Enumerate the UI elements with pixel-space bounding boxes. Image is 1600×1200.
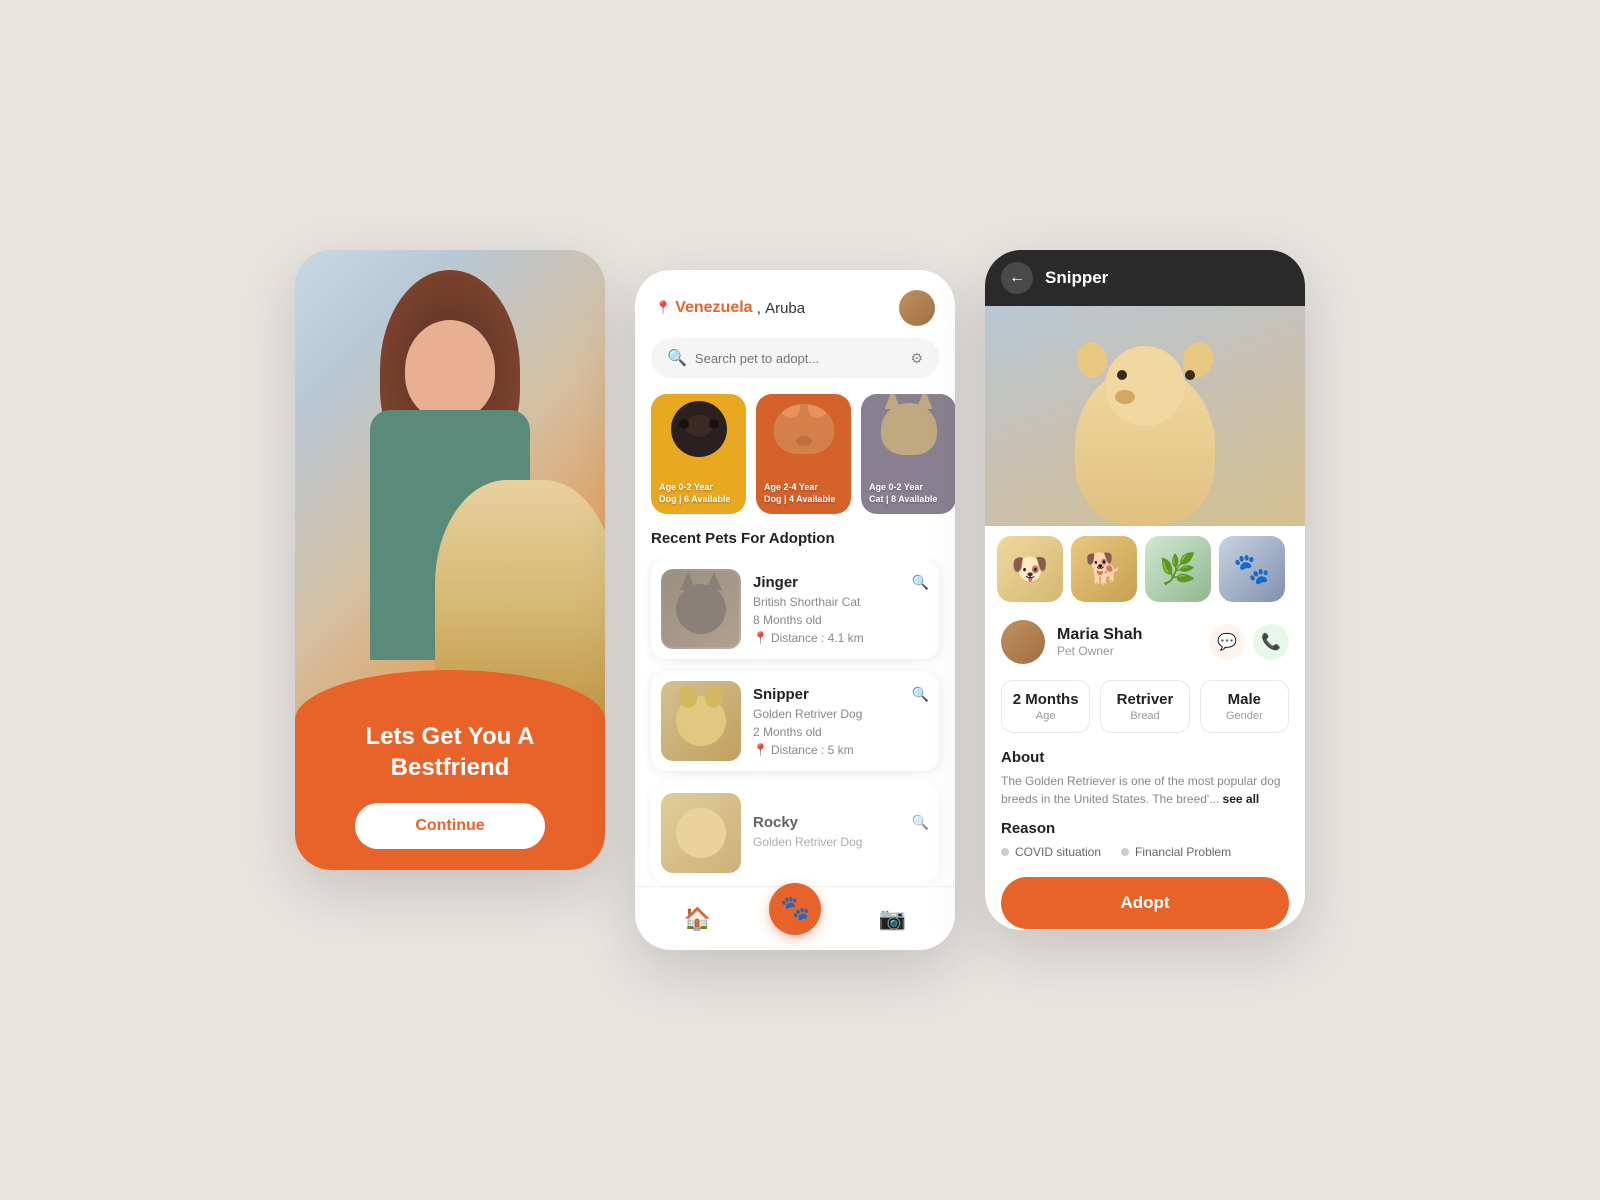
nav-home-icon[interactable]: 🏠 [684,906,711,932]
pet-distance-2: 📍Distance : 5 km [753,743,929,757]
back-button[interactable]: ← [1001,262,1033,294]
stat-age-value: 2 Months [1012,691,1079,708]
phone3-pet-name-title: Snipper [1045,268,1108,288]
adopt-button-wrap: Adopt [985,865,1305,930]
stat-breed: Retriver Bread [1100,680,1189,733]
phone2-header: 📍 Venezuela , Aruba [635,270,955,338]
pet-age-2: 2 Months old [753,725,929,739]
pet-breed-2: Golden Retriver Dog [753,707,929,721]
pet-breed-3: Golden Retriver Dog [753,835,929,849]
section-recent-pets-title: Recent Pets For Adoption [635,530,955,559]
thumb-1[interactable]: 🐶 [997,536,1063,602]
pet-list-item[interactable]: Snipper 🔍 Golden Retriver Dog 2 Months o… [651,671,939,771]
owner-avatar [1001,620,1045,664]
pet-search-icon-3[interactable]: 🔍 [912,814,929,831]
category-label-3: Age 0-2 Year Cat | 8 Available [861,481,955,514]
stat-gender-value: Male [1211,691,1278,708]
stat-gender-label: Gender [1211,710,1278,722]
reason-item-covid: COVID situation [1001,845,1101,859]
phone1-hero-image [295,250,605,740]
about-section: About The Golden Retriever is one of the… [985,741,1305,814]
contact-buttons: 💬 📞 [1209,624,1289,660]
about-title: About [1001,749,1289,766]
phone1-tagline: Lets Get You A Bestfriend [366,721,535,783]
nav-camera-icon[interactable]: 📷 [879,906,906,932]
pet-info-jinger: Jinger 🔍 British Shorthair Cat 8 Months … [753,574,929,645]
nav-paw-button[interactable]: 🐾 [769,883,821,935]
stat-gender: Male Gender [1200,680,1289,733]
continue-button[interactable]: Continue [355,803,544,849]
pet-age: 8 Months old [753,613,929,627]
pet-thumbnail-snipper [661,681,741,761]
pet-info-rocky: Rocky 🔍 Golden Retriver Dog [753,814,929,853]
reason-dot-2 [1121,848,1129,856]
phone-1-screen: Lets Get You A Bestfriend Continue [295,250,605,870]
chat-button[interactable]: 💬 [1209,624,1245,660]
pet-info-snipper: Snipper 🔍 Golden Retriver Dog 2 Months o… [753,686,929,757]
adopt-button[interactable]: Adopt [1001,877,1289,929]
pet-name-3: Rocky [753,814,798,831]
pet-thumbnail-jinger [661,569,741,649]
see-all-link[interactable]: see all [1223,792,1260,806]
category-animal-icon-2 [756,394,851,464]
reason-section: Reason COVID situation Financial Problem [985,814,1305,865]
phone-2-screen: 📍 Venezuela , Aruba 🔍 ⚙ [635,270,955,950]
search-bar[interactable]: 🔍 ⚙ [651,338,939,378]
category-animal-icon [651,394,746,464]
pet-categories: Age 0-2 Year Dog | 6 Available Age 2-4 Y… [635,394,955,530]
category-dog-mid[interactable]: Age 2-4 Year Dog | 4 Available [756,394,851,514]
phone3-hero-image [985,306,1305,526]
stats-row: 2 Months Age Retriver Bread Male Gender [985,672,1305,741]
thumb-2[interactable]: 🐕 [1071,536,1137,602]
location-country: , Aruba [753,300,806,317]
reason-item-financial: Financial Problem [1121,845,1231,859]
category-dog-young[interactable]: Age 0-2 Year Dog | 6 Available [651,394,746,514]
filter-icon[interactable]: ⚙ [910,350,923,367]
reason-list: COVID situation Financial Problem [1001,845,1289,859]
phone-3-screen: ← Snipper 🐶 [985,250,1305,930]
owner-info: Maria Shah Pet Owner [1057,626,1197,658]
about-text: The Golden Retriever is one of the most … [1001,772,1289,808]
pet-distance: 📍Distance : 4.1 km [753,631,929,645]
pet-name: Jinger [753,574,798,591]
category-animal-icon-3 [861,394,955,464]
location-city: Venezuela [675,299,752,317]
call-button[interactable]: 📞 [1253,624,1289,660]
pet-thumbnail-rocky [661,793,741,873]
stat-age-label: Age [1012,710,1079,722]
category-label-2: Age 2-4 Year Dog | 4 Available [756,481,851,514]
stat-breed-value: Retriver [1111,691,1178,708]
pet-list: Jinger 🔍 British Shorthair Cat 8 Months … [635,559,955,883]
phone3-header: ← Snipper [985,250,1305,306]
category-label: Age 0-2 Year Dog | 6 Available [651,481,746,514]
reason-label-1: COVID situation [1015,845,1101,859]
reason-title: Reason [1001,820,1289,837]
user-avatar[interactable] [899,290,935,326]
stat-breed-label: Bread [1111,710,1178,722]
pet-name: Snipper [753,686,809,703]
search-icon: 🔍 [667,348,687,368]
category-cat[interactable]: Age 0-2 Year Cat | 8 Available [861,394,955,514]
phone1-cta-area: Lets Get You A Bestfriend Continue [295,670,605,870]
reason-dot-1 [1001,848,1009,856]
pet-list-item[interactable]: Jinger 🔍 British Shorthair Cat 8 Months … [651,559,939,659]
owner-role: Pet Owner [1057,644,1197,658]
search-input[interactable] [695,351,903,366]
pet-search-icon-2[interactable]: 🔍 [912,686,929,703]
reason-label-2: Financial Problem [1135,845,1231,859]
thumb-3[interactable]: 🌿 [1145,536,1211,602]
pet-breed: British Shorthair Cat [753,595,929,609]
pet-list-item[interactable]: Rocky 🔍 Golden Retriver Dog [651,783,939,883]
pet-search-icon[interactable]: 🔍 [912,574,929,591]
owner-row: Maria Shah Pet Owner 💬 📞 [985,612,1305,672]
location-pin-icon: 📍 [655,300,671,316]
stat-age: 2 Months Age [1001,680,1090,733]
thumb-4[interactable]: 🐾 [1219,536,1285,602]
bottom-nav: 🏠 🐾 📷 [635,886,955,950]
owner-name: Maria Shah [1057,626,1197,644]
thumbnail-row: 🐶 🐕 🌿 🐾 [985,526,1305,612]
